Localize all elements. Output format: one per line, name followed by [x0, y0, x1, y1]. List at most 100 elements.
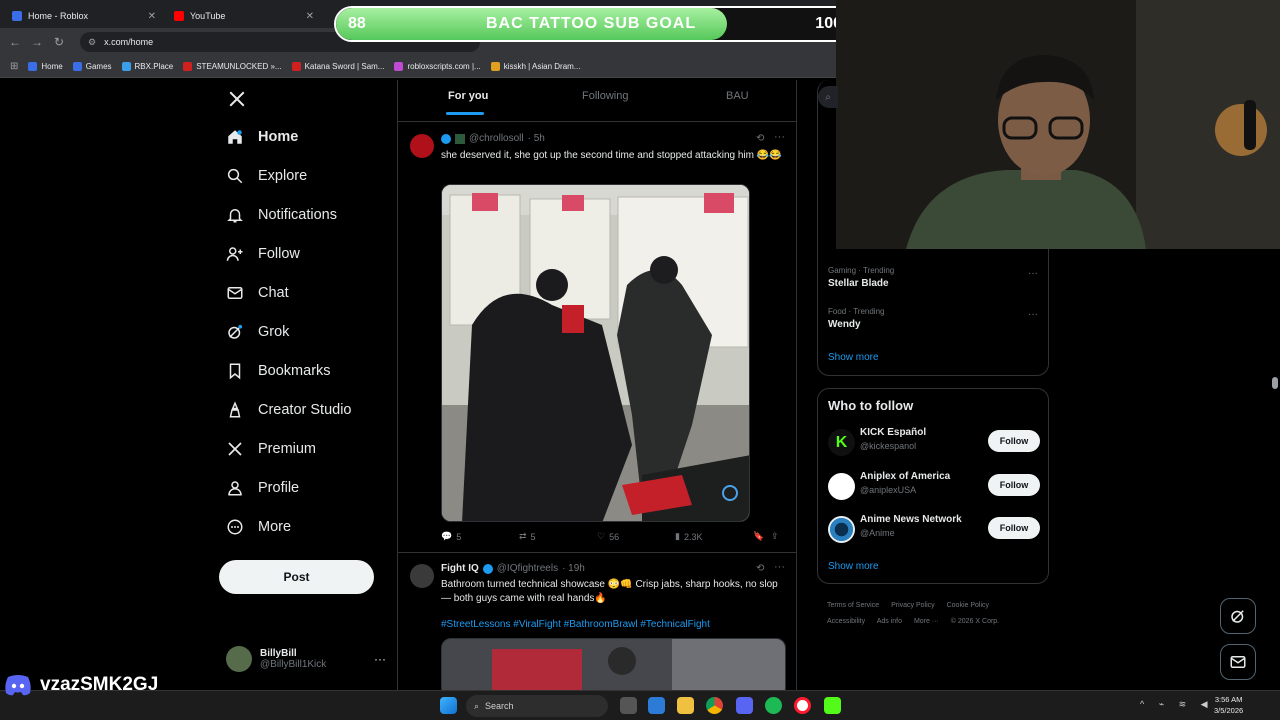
nav-home[interactable]: Home: [226, 128, 298, 146]
store-icon[interactable]: [648, 697, 665, 714]
post-button[interactable]: Post: [219, 560, 374, 594]
tab-youtube[interactable]: YouTube ✕: [166, 4, 322, 28]
bookmark-steamunlocked[interactable]: STEAMUNLOCKED »...: [183, 62, 282, 71]
bookmark-robloxscripts[interactable]: robloxscripts.com |...: [394, 62, 481, 71]
bookmark-games[interactable]: Games: [72, 62, 112, 71]
more-dots-icon[interactable]: ···: [374, 652, 386, 666]
task-view-icon[interactable]: [620, 697, 637, 714]
follow-suggestion[interactable]: Anime News Network @Anime Follow: [828, 514, 1040, 544]
share-icon[interactable]: ⇪: [771, 531, 785, 542]
grok-icon[interactable]: ⟲: [756, 133, 764, 144]
apps-grid-icon[interactable]: ⊞: [10, 61, 18, 72]
trend-category: Food · Trending: [828, 307, 885, 316]
kick-logo-icon: K: [828, 429, 855, 456]
follow-button[interactable]: Follow: [988, 430, 1040, 452]
trend-category: Gaming · Trending: [828, 266, 895, 275]
footer-link[interactable]: More ···: [914, 618, 939, 625]
site-info-icon[interactable]: ⚙: [88, 37, 96, 48]
discord-icon[interactable]: [736, 697, 753, 714]
footer-link[interactable]: Terms of Service: [827, 602, 879, 609]
bookmark-katana[interactable]: Katana Sword | Sam...: [291, 62, 384, 71]
verified-badge-icon: [482, 563, 493, 574]
trend-item[interactable]: Food · Trending Wendy: [828, 307, 884, 330]
back-icon[interactable]: ←: [4, 35, 26, 49]
tweet-text: Bathroom turned technical showcase 😳👊 Cr…: [441, 579, 778, 604]
nav-profile[interactable]: Profile: [226, 479, 299, 497]
account-switcher[interactable]: BillyBill @BillyBill1Kick ···: [226, 642, 386, 676]
follow-button[interactable]: Follow: [988, 517, 1040, 539]
file-explorer-icon[interactable]: [677, 697, 694, 714]
footer-link[interactable]: Privacy Policy: [891, 602, 935, 609]
nav-grok[interactable]: Grok: [226, 323, 289, 341]
windows-start-icon[interactable]: [440, 697, 457, 714]
tab-roblox[interactable]: Home - Roblox ✕: [4, 4, 164, 28]
grok-icon[interactable]: ⟲: [756, 563, 764, 574]
forward-icon[interactable]: →: [26, 35, 48, 49]
close-tab-icon[interactable]: ✕: [306, 11, 314, 22]
more-dots-icon[interactable]: ···: [774, 561, 785, 573]
tweet[interactable]: Fight IQ @IQfightreels · 19h ⟲ ··· Bathr…: [398, 554, 796, 694]
clock-time: 3:56 AM: [1214, 695, 1243, 704]
nav-notifications[interactable]: Notifications: [226, 206, 337, 224]
bookmark-icon[interactable]: 🔖: [753, 531, 771, 542]
tweet-video[interactable]: [441, 638, 786, 694]
repost-button[interactable]: ⇄ 5: [519, 531, 597, 542]
footer-link[interactable]: Cookie Policy: [947, 602, 989, 609]
reload-icon[interactable]: ↻: [48, 35, 70, 49]
like-button[interactable]: ♡ 56: [597, 531, 675, 542]
grok-icon[interactable]: [1220, 598, 1256, 634]
bookmark-kisskh[interactable]: kisskh | Asian Dram...: [490, 62, 580, 71]
active-tab-indicator: [446, 112, 484, 115]
nav-bookmarks[interactable]: Bookmarks: [226, 362, 331, 380]
follow-suggestion[interactable]: Aniplex of America @aniplexUSA Follow: [828, 471, 1040, 501]
taskbar-search[interactable]: ⌕ Search: [466, 695, 608, 717]
tab-bau[interactable]: BAU: [726, 90, 749, 102]
search-icon[interactable]: ⌕: [818, 86, 838, 108]
messages-icon[interactable]: [1220, 644, 1256, 680]
page-scrollbar[interactable]: [1272, 377, 1278, 389]
footer-link[interactable]: Ads info: [877, 618, 902, 625]
follow-suggestion[interactable]: K KICK Español @kickespanol Follow: [828, 427, 1040, 457]
avatar[interactable]: [410, 134, 434, 158]
avatar[interactable]: [410, 564, 434, 588]
kick-app-icon[interactable]: [824, 697, 841, 714]
tweet[interactable]: @chrollosoll · 5h ⟲ ··· she deserved it,…: [398, 124, 796, 554]
footer-link[interactable]: Accessibility: [827, 618, 865, 625]
x-logo-icon[interactable]: [228, 90, 246, 108]
bookmark-rbxplace[interactable]: RBX.Place: [121, 62, 173, 71]
trend-item[interactable]: Gaming · Trending Stellar Blade: [828, 266, 894, 289]
clock-date: 3/5/2026: [1214, 706, 1244, 715]
nav-creator-studio[interactable]: Creator Studio: [226, 401, 352, 419]
taskbar-clock[interactable]: 3:56 AM 3/5/2026: [1214, 694, 1243, 716]
follow-show-more[interactable]: Show more: [828, 561, 879, 572]
creator-icon: [226, 401, 244, 419]
spotify-icon[interactable]: [765, 697, 782, 714]
bookmark-home[interactable]: Home: [28, 62, 63, 71]
reply-button[interactable]: 💬 5: [441, 531, 519, 542]
opera-icon[interactable]: [794, 697, 811, 714]
trends-show-more[interactable]: Show more: [828, 352, 879, 363]
nav-more[interactable]: More: [226, 518, 291, 536]
tweet-handle[interactable]: @IQfightreels: [497, 563, 558, 574]
nav-premium[interactable]: Premium: [226, 440, 316, 458]
tweet-name[interactable]: Fight IQ: [441, 563, 479, 574]
nav-follow[interactable]: Follow: [226, 245, 300, 263]
tweet-time: · 19h: [562, 563, 585, 574]
tweet-handle[interactable]: @chrollosoll: [469, 133, 524, 144]
tweet-video[interactable]: [441, 184, 750, 522]
tweet-hashtags[interactable]: #StreetLessons #ViralFight #BathroomBraw…: [441, 618, 786, 632]
more-dots-icon[interactable]: ···: [1028, 309, 1038, 320]
timeline: For you Following BAU @chrollosoll · 5h …: [397, 80, 797, 694]
follow-button[interactable]: Follow: [988, 474, 1040, 496]
close-tab-icon[interactable]: ✕: [148, 11, 156, 22]
chrome-icon[interactable]: [706, 697, 723, 714]
tab-following[interactable]: Following: [582, 90, 628, 102]
system-tray-icons[interactable]: ^ ⌁ ≋ ◀: [1140, 699, 1214, 710]
nav-chat[interactable]: Chat: [226, 284, 289, 302]
more-dots-icon[interactable]: ···: [1028, 268, 1038, 279]
person-add-icon: [226, 245, 244, 263]
more-dots-icon[interactable]: ···: [774, 131, 785, 143]
nav-explore[interactable]: Explore: [226, 167, 307, 185]
tab-for-you[interactable]: For you: [448, 90, 488, 102]
views-button[interactable]: ▮ 2.3K: [675, 531, 753, 542]
